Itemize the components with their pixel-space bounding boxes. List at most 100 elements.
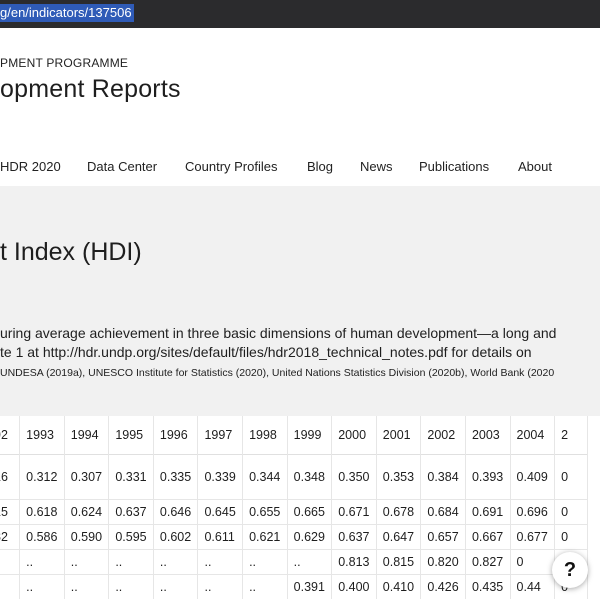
table-cell: 0.624 <box>64 499 110 525</box>
data-table-container[interactable]: 92 1993 1994 1995 1996 1997 1998 1999 20… <box>0 416 600 600</box>
table-cell: 0.678 <box>376 499 422 525</box>
table-cell: 0.691 <box>465 499 511 525</box>
column-header[interactable]: 1994 <box>64 416 110 455</box>
nav-item-news[interactable]: News <box>360 159 393 174</box>
indicator-description-line2: te 1 at http://hdr.undp.org/sites/defaul… <box>0 344 532 360</box>
programme-label: PMENT PROGRAMME <box>0 56 129 70</box>
column-header[interactable]: 2001 <box>376 416 422 455</box>
table-cell: 0 <box>510 549 556 575</box>
table-row: ............ 0.391 0.400 0.410 0.426 0.435 0.4… <box>0 574 588 599</box>
table-cell: .. <box>197 549 244 575</box>
table-cell: 0.348 <box>287 454 333 500</box>
table-cell: .. <box>197 574 244 599</box>
table-cell <box>0 574 21 599</box>
table-cell: 0 <box>554 454 588 500</box>
table-header-row: 92 1993 1994 1995 1996 1997 1998 1999 20… <box>0 416 588 455</box>
table-cell: .. <box>64 574 110 599</box>
table-cell <box>0 549 21 575</box>
table-cell: .. <box>19 574 65 599</box>
table-cell: 0.331 <box>108 454 154 500</box>
technical-notes-link[interactable]: http://hdr.undp.org/sites/default/files/… <box>43 344 448 360</box>
table-cell: 0.646 <box>153 499 199 525</box>
table-cell: 0.637 <box>108 499 154 525</box>
table-cell: 0.645 <box>197 499 244 525</box>
table-row: 820.5860.5900.5950.6020.6110.6210.6290.6… <box>0 524 588 550</box>
table-cell: 0.400 <box>331 574 377 599</box>
table-cell: 0.350 <box>331 454 377 500</box>
table-cell: 0.657 <box>420 524 466 550</box>
table-row: 160.3120.3070.3310.3350.3390.3440.3480.3… <box>0 454 588 500</box>
table-cell: .. <box>64 549 110 575</box>
column-header[interactable]: 2004 <box>510 416 556 455</box>
table-cell: 0.611 <box>197 524 244 550</box>
table-cell: 16 <box>0 454 21 500</box>
table-cell: 0.820 <box>420 549 466 575</box>
column-header[interactable]: 1993 <box>19 416 65 455</box>
column-header[interactable]: 1995 <box>108 416 154 455</box>
nav-item-publications[interactable]: Publications <box>419 159 489 174</box>
table-cell: 0.629 <box>287 524 333 550</box>
table-cell: 0.665 <box>287 499 333 525</box>
nav-item-country-profiles[interactable]: Country Profiles <box>185 159 277 174</box>
table-cell: 0.813 <box>331 549 377 575</box>
table-cell: 0.335 <box>153 454 199 500</box>
indicator-description-line1: uring average achievement in three basic… <box>0 325 557 341</box>
column-header[interactable]: 1997 <box>197 416 244 455</box>
table-cell: 0.344 <box>242 454 288 500</box>
table-cell: 0 <box>554 499 588 525</box>
nav-item-hdr-2020[interactable]: HDR 2020 <box>0 159 61 174</box>
table-cell: 0.435 <box>465 574 511 599</box>
nav-item-about[interactable]: About <box>518 159 552 174</box>
desc-prefix: te 1 at <box>0 344 43 360</box>
table-cell: 0.602 <box>153 524 199 550</box>
column-header[interactable]: 2000 <box>331 416 377 455</box>
column-header[interactable]: 2 <box>554 416 588 455</box>
column-header[interactable]: 92 <box>0 416 21 455</box>
table-cell: 0.339 <box>197 454 244 500</box>
table-cell: 82 <box>0 524 21 550</box>
table-cell: .. <box>242 549 288 575</box>
table-cell: 0.671 <box>331 499 377 525</box>
table-cell: 0.393 <box>465 454 511 500</box>
table-cell: 0.353 <box>376 454 422 500</box>
column-header[interactable]: 2003 <box>465 416 511 455</box>
table-cell: 0.391 <box>287 574 333 599</box>
table-cell: 15 <box>0 499 21 525</box>
table-cell: 0.409 <box>510 454 556 500</box>
table-cell: 0.827 <box>465 549 511 575</box>
table-cell: 0.647 <box>376 524 422 550</box>
table-cell: 0 <box>554 524 588 550</box>
table-cell: 0.595 <box>108 524 154 550</box>
column-header[interactable]: 1998 <box>242 416 288 455</box>
table-cell: 0.655 <box>242 499 288 525</box>
table-cell: 0.637 <box>331 524 377 550</box>
help-button[interactable]: ? <box>552 552 588 588</box>
site-title[interactable]: opment Reports <box>0 75 181 104</box>
page-title: t Index (HDI) <box>0 238 142 266</box>
table-cell: 0.410 <box>376 574 422 599</box>
table-cell: 0.307 <box>64 454 110 500</box>
nav-item-data-center[interactable]: Data Center <box>87 159 157 174</box>
table-cell: 0.621 <box>242 524 288 550</box>
table-cell: 0.426 <box>420 574 466 599</box>
url-text[interactable]: g/en/indicators/137506 <box>0 4 134 22</box>
table-cell: 0.44 <box>510 574 556 599</box>
column-header[interactable]: 2002 <box>420 416 466 455</box>
table-cell: 0.696 <box>510 499 556 525</box>
table-cell: 0.677 <box>510 524 556 550</box>
nav-item-blog[interactable]: Blog <box>307 159 333 174</box>
table-cell: 0.312 <box>19 454 65 500</box>
browser-address-bar[interactable]: g/en/indicators/137506 <box>0 0 600 29</box>
column-header[interactable]: 1996 <box>153 416 199 455</box>
hdi-data-table: 92 1993 1994 1995 1996 1997 1998 1999 20… <box>0 416 588 599</box>
table-cell: .. <box>287 549 333 575</box>
table-cell: .. <box>242 574 288 599</box>
site-header: PMENT PROGRAMME opment Reports HDR 2020 … <box>0 28 600 186</box>
table-cell: .. <box>153 574 199 599</box>
column-header[interactable]: 1999 <box>287 416 333 455</box>
table-cell: 0.590 <box>64 524 110 550</box>
main-content: t Index (HDI) uring average achievement … <box>0 186 600 600</box>
table-cell: 0.667 <box>465 524 511 550</box>
table-row: .............. 0.813 0.815 0.820 0.827 0 <box>0 549 588 575</box>
table-cell: .. <box>153 549 199 575</box>
